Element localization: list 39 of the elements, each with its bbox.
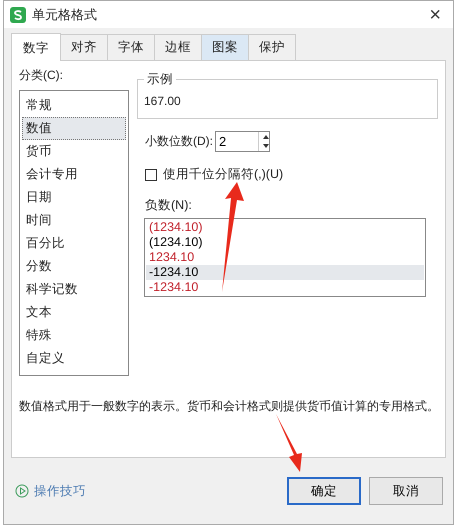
category-item[interactable]: 百分比 xyxy=(22,232,126,255)
category-item[interactable]: 数值 xyxy=(22,117,126,140)
sample-value: 167.00 xyxy=(144,94,181,108)
dialog-button[interactable]: 确定 xyxy=(287,477,361,505)
category-item[interactable]: 货币 xyxy=(22,140,126,163)
category-item[interactable]: 文本 xyxy=(22,301,126,324)
negative-format-item[interactable]: 1234.10 xyxy=(146,250,424,265)
negative-format-item[interactable]: -1234.10 xyxy=(146,280,424,295)
negative-format-item[interactable]: (1234.10) xyxy=(146,220,424,235)
sample-label: 示例 xyxy=(144,71,176,88)
category-item[interactable]: 日期 xyxy=(22,186,126,209)
category-item[interactable]: 自定义 xyxy=(22,347,126,370)
negative-numbers-label: 负数(N): xyxy=(145,197,193,214)
tab[interactable]: 图案 xyxy=(201,34,249,60)
up-arrow-icon[interactable] xyxy=(263,134,269,138)
tab[interactable]: 数字 xyxy=(11,33,61,61)
annotation-arrow xyxy=(276,414,302,472)
category-item[interactable]: 时间 xyxy=(22,209,126,232)
dialog-button[interactable]: 取消 xyxy=(369,477,443,505)
category-label: 分类(C): xyxy=(19,67,64,84)
category-item[interactable]: 分数 xyxy=(22,255,126,278)
negative-format-item[interactable]: -1234.10 xyxy=(146,265,424,280)
tips-link[interactable]: 操作技巧 xyxy=(15,482,279,500)
description-text: 数值格式用于一般数字的表示。货币和会计格式则提供货币值计算的专用格式。 xyxy=(19,398,438,415)
category-item[interactable]: 特殊 xyxy=(22,324,126,347)
down-arrow-icon[interactable] xyxy=(263,144,269,148)
category-item[interactable]: 会计专用 xyxy=(22,163,126,186)
app-logo-icon xyxy=(10,6,26,22)
close-button[interactable]: × xyxy=(423,4,447,24)
negative-format-item[interactable]: (1234.10) xyxy=(146,235,424,250)
checkbox-label: 使用千位分隔符(,)(U) xyxy=(163,166,284,183)
category-item[interactable]: 常规 xyxy=(22,94,126,117)
checkbox[interactable] xyxy=(145,168,157,180)
decimal-places-label: 小数位数(D): xyxy=(145,133,213,150)
decimal-places-spinbox[interactable]: 2 xyxy=(215,131,270,152)
category-item[interactable]: 科学记数 xyxy=(22,278,126,301)
window-title: 单元格格式 xyxy=(32,6,98,24)
tab[interactable]: 保护 xyxy=(248,34,296,60)
play-icon xyxy=(15,484,29,498)
